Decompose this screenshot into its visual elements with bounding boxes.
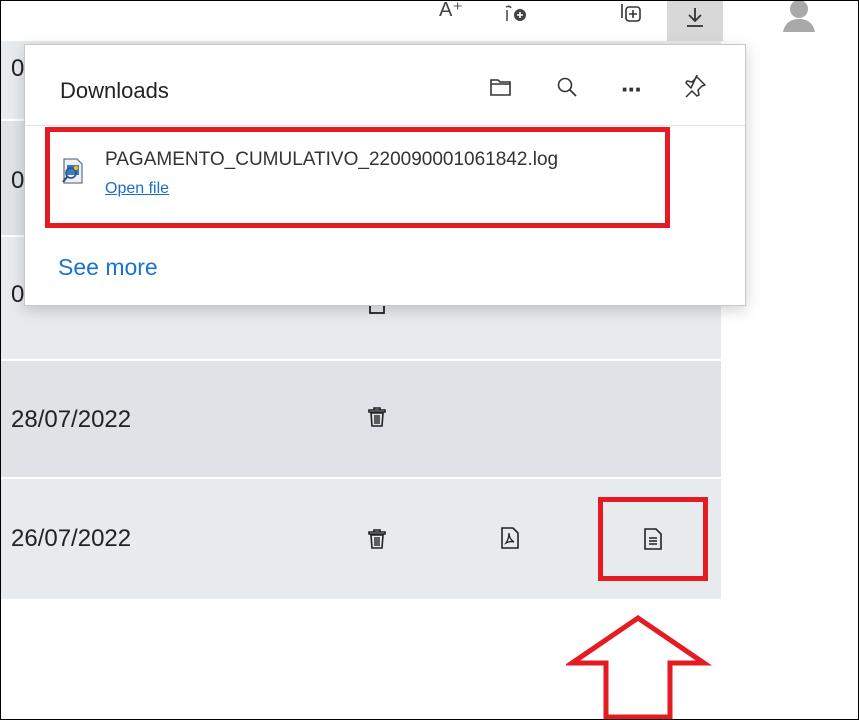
highlight-download-item <box>45 127 670 228</box>
pin-icon <box>683 73 707 104</box>
pin-button[interactable] <box>673 67 717 111</box>
profile-button[interactable] <box>769 1 829 41</box>
row-date: 0 <box>11 167 25 194</box>
row-date: 0 <box>11 55 25 82</box>
search-icon <box>556 76 578 103</box>
row-date: 28/07/2022 <box>11 406 132 433</box>
downloads-header: Downloads ··· <box>25 45 745 126</box>
avatar <box>779 1 819 39</box>
highlight-document-icon <box>598 497 708 581</box>
downloads-title: Downloads <box>60 78 169 103</box>
add-favorite-icon <box>503 1 529 28</box>
collections-icon <box>618 1 644 29</box>
pdf-icon[interactable] <box>500 527 520 549</box>
see-more-link[interactable]: See more <box>58 254 158 281</box>
more-options-button[interactable]: ··· <box>609 67 653 111</box>
search-downloads-button[interactable] <box>545 67 589 111</box>
row-date: 26/07/2022 <box>11 525 132 552</box>
folder-icon <box>489 77 513 102</box>
browser-toolbar: A⁺ <box>1 1 858 41</box>
open-folder-button[interactable] <box>479 67 523 111</box>
collections-button[interactable] <box>601 1 661 41</box>
browser-frame: 0 0 0 28/07/2022 26/07/2022 A⁺ Downloads… <box>0 0 859 720</box>
downloads-button[interactable] <box>667 1 723 41</box>
read-aloud-button[interactable]: A⁺ <box>426 1 476 41</box>
download-icon <box>684 6 706 33</box>
read-aloud-icon: A⁺ <box>439 0 463 21</box>
more-icon: ··· <box>621 73 643 104</box>
up-arrow-annotation <box>566 614 713 719</box>
favorites-button[interactable] <box>491 1 541 41</box>
trash-icon[interactable] <box>367 528 387 550</box>
trash-icon[interactable] <box>367 406 387 428</box>
table-row: 28/07/2022 <box>1 361 721 479</box>
row-date: 0 <box>11 281 25 308</box>
